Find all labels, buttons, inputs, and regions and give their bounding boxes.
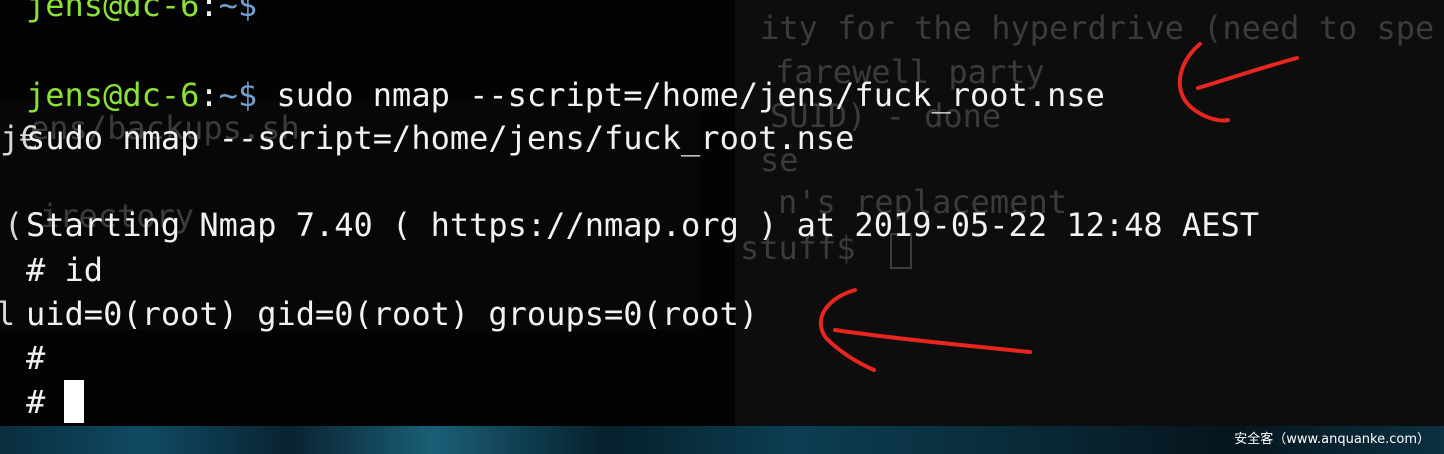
- annotation-arrows: [818, 42, 1299, 372]
- desktop-background-strip: [0, 426, 1444, 454]
- watermark: 安全客（www.anquanke.com）: [1234, 432, 1430, 447]
- arrow-annotation-root: [818, 288, 1032, 372]
- terminal-window[interactable]: ity for the hyperdrive (need to spe fare…: [0, 0, 1444, 426]
- arrow-annotation-command: [1177, 42, 1299, 123]
